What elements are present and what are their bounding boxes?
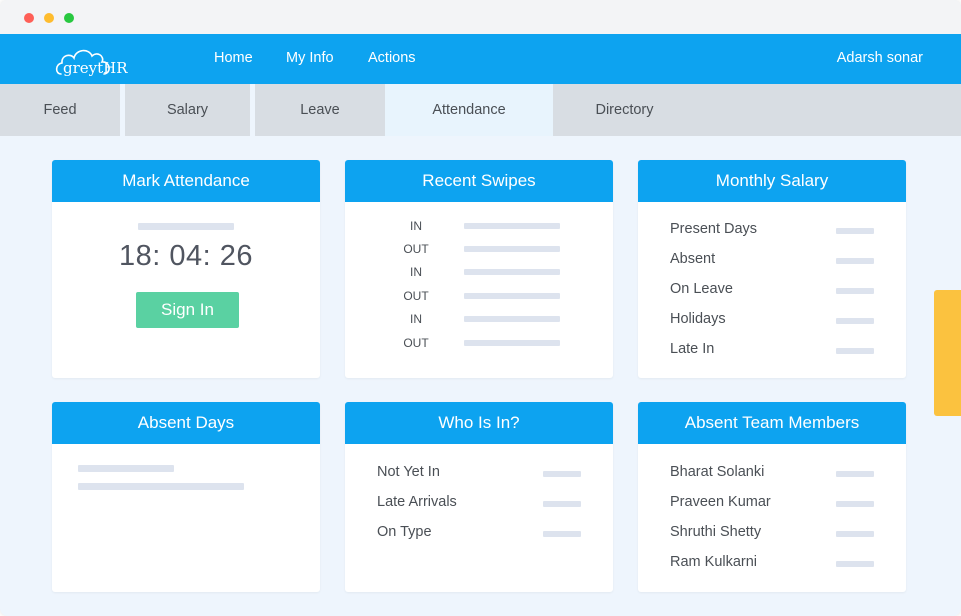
salary-row-label: Present Days <box>670 221 758 237</box>
salary-row-label: Holidays <box>670 311 726 327</box>
placeholder-bar <box>464 340 560 346</box>
placeholder-bar <box>836 471 874 477</box>
team-member-name: Shruthi Shetty <box>670 524 762 540</box>
who-is-in-row-label: On Type <box>377 524 432 540</box>
salary-row-label: On Leave <box>670 281 733 297</box>
logo-text: greytHR <box>63 59 128 77</box>
nav-home-link[interactable]: Home <box>214 50 253 66</box>
card-title: Who Is In? <box>345 402 613 444</box>
placeholder-bar <box>543 501 581 507</box>
card-title: Absent Days <box>52 402 320 444</box>
swipe-direction: OUT <box>403 242 429 256</box>
close-window-button[interactable] <box>24 13 34 23</box>
tab-feed[interactable]: Feed <box>0 84 120 136</box>
placeholder-bar <box>836 258 874 264</box>
placeholder-bar <box>836 501 874 507</box>
tab-attendance[interactable]: Attendance <box>385 84 553 136</box>
greythr-logo[interactable]: greytHR <box>55 43 135 77</box>
swipe-direction: OUT <box>403 336 429 350</box>
placeholder-bar <box>78 483 244 490</box>
salary-row-label: Late In <box>670 341 715 357</box>
maximize-window-button[interactable] <box>64 13 74 23</box>
swipe-direction: IN <box>410 219 422 233</box>
tab-salary[interactable]: Salary <box>125 84 250 136</box>
top-navbar: greytHR Home My Info Actions Adarsh sona… <box>0 34 961 84</box>
placeholder-bar <box>543 471 581 477</box>
current-time: 18: 04: 26 <box>119 240 253 272</box>
swipe-direction: OUT <box>403 289 429 303</box>
monthly-salary-card: Monthly Salary Present Days Absent On Le… <box>638 160 906 378</box>
section-tabs: Feed Salary Leave Attendance Directory <box>0 84 961 136</box>
card-title: Monthly Salary <box>638 160 906 202</box>
card-title: Absent Team Members <box>638 402 906 444</box>
placeholder-bar <box>836 288 874 294</box>
card-title: Mark Attendance <box>52 160 320 202</box>
card-title: Recent Swipes <box>345 160 613 202</box>
who-is-in-row-label: Late Arrivals <box>377 494 457 510</box>
sign-in-button[interactable]: Sign In <box>136 292 239 328</box>
placeholder-bar <box>836 318 874 324</box>
swipe-direction: IN <box>410 312 422 326</box>
who-is-in-card: Who Is In? Not Yet In Late Arrivals On T… <box>345 402 613 592</box>
swipe-direction: IN <box>410 265 422 279</box>
placeholder-bar <box>836 348 874 354</box>
placeholder-bar <box>464 223 560 229</box>
team-member-name: Ram Kulkarni <box>670 554 758 570</box>
salary-row-label: Absent <box>670 251 716 267</box>
user-menu[interactable]: Adarsh sonar <box>837 50 923 66</box>
absent-team-members-card: Absent Team Members Bharat Solanki Prave… <box>638 402 906 592</box>
nav-actions-link[interactable]: Actions <box>368 50 416 66</box>
team-member-name: Bharat Solanki <box>670 464 765 480</box>
placeholder-bar <box>464 269 560 275</box>
placeholder-bar <box>543 531 581 537</box>
side-feedback-handle[interactable] <box>934 290 961 416</box>
tab-directory[interactable]: Directory <box>553 84 696 136</box>
app-window: greytHR Home My Info Actions Adarsh sona… <box>0 0 961 616</box>
placeholder-bar <box>836 228 874 234</box>
placeholder-bar <box>464 246 560 252</box>
recent-swipes-card: Recent Swipes IN OUT IN OUT IN OUT <box>345 160 613 378</box>
placeholder-bar <box>138 223 234 230</box>
placeholder-bar <box>78 465 174 472</box>
placeholder-bar <box>464 316 560 322</box>
placeholder-bar <box>836 561 874 567</box>
placeholder-bar <box>464 293 560 299</box>
nav-my-info-link[interactable]: My Info <box>286 50 334 66</box>
absent-days-card: Absent Days <box>52 402 320 592</box>
minimize-window-button[interactable] <box>44 13 54 23</box>
who-is-in-row-label: Not Yet In <box>377 464 440 480</box>
window-titlebar <box>0 0 961 34</box>
team-member-name: Praveen Kumar <box>670 494 771 510</box>
placeholder-bar <box>836 531 874 537</box>
tab-leave[interactable]: Leave <box>255 84 385 136</box>
mark-attendance-card: Mark Attendance 18: 04: 26 Sign In <box>52 160 320 378</box>
